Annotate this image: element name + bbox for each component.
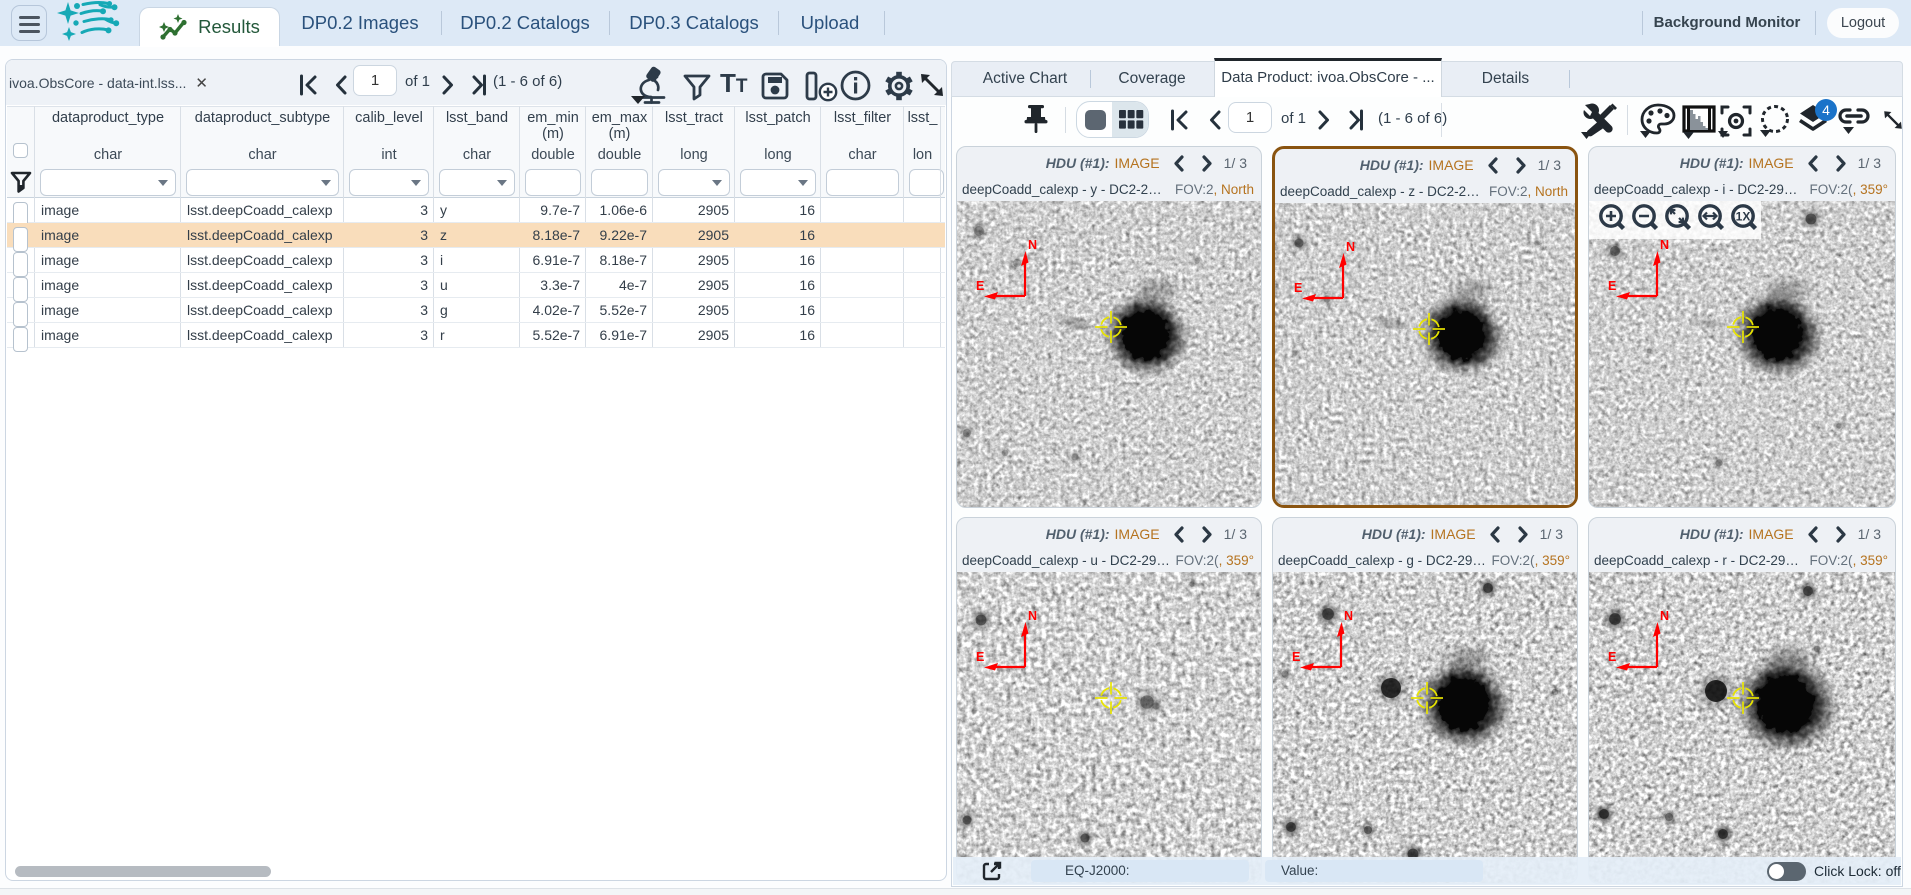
svg-text:N: N bbox=[1660, 238, 1669, 252]
svg-text:E: E bbox=[1292, 650, 1300, 664]
svg-text:N: N bbox=[1346, 240, 1355, 254]
svg-text:E: E bbox=[1608, 279, 1616, 293]
svg-text:E: E bbox=[976, 650, 984, 664]
svg-text:E: E bbox=[1294, 281, 1302, 295]
svg-text:N: N bbox=[1344, 609, 1353, 623]
svg-text:N: N bbox=[1028, 238, 1037, 252]
svg-text:1X: 1X bbox=[1736, 210, 1751, 224]
svg-text:N: N bbox=[1660, 609, 1669, 623]
svg-text:N: N bbox=[1028, 609, 1037, 623]
svg-text:E: E bbox=[1608, 650, 1616, 664]
svg-text:E: E bbox=[976, 279, 984, 293]
svg-text:4: 4 bbox=[1822, 102, 1830, 118]
